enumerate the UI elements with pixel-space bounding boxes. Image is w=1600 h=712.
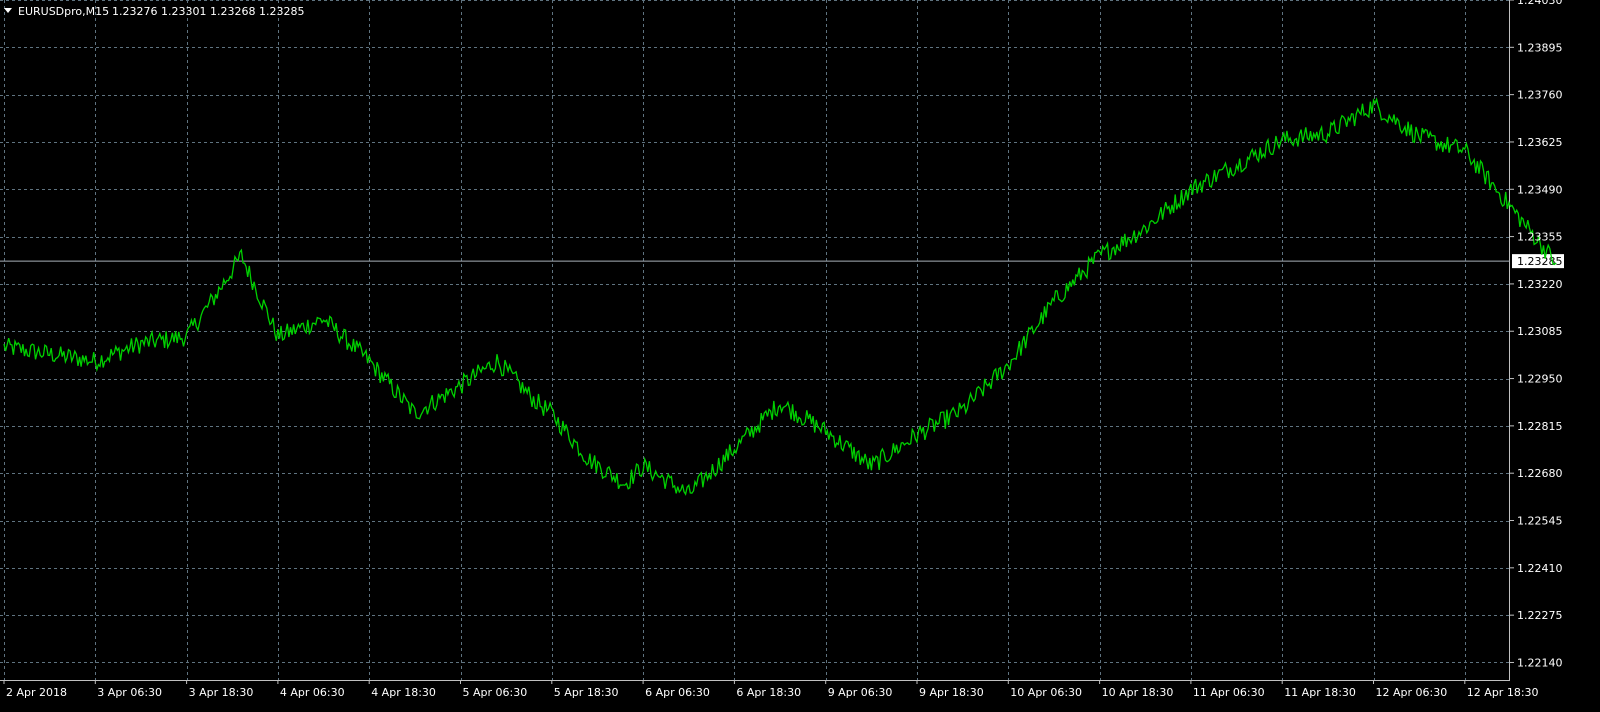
price-tick-label: 1.23625 — [1517, 136, 1563, 149]
time-tick-label: 3 Apr 18:30 — [189, 686, 254, 699]
chart-canvas[interactable]: 1.23285 1.24030 1.23895 1.23760 1.23625 1.23… — [0, 0, 1600, 712]
time-tick-label: 5 Apr 06:30 — [463, 686, 528, 699]
current-price-label: 1.23285 — [1517, 255, 1563, 268]
time-tick-label: 9 Apr 06:30 — [828, 686, 893, 699]
time-tick-label: 10 Apr 06:30 — [1010, 686, 1082, 699]
time-tick-label: 6 Apr 18:30 — [736, 686, 801, 699]
price-tick-label: 1.22680 — [1517, 467, 1563, 480]
time-tick-label: 2 Apr 2018 — [6, 686, 67, 699]
price-tick-label: 1.22545 — [1517, 515, 1563, 528]
price-tick-label: 1.23220 — [1517, 278, 1563, 291]
price-tick-label: 1.23895 — [1517, 41, 1563, 54]
price-tick-label: 1.24030 — [1517, 0, 1563, 7]
time-tick-label: 10 Apr 18:30 — [1102, 686, 1174, 699]
price-tick-label: 1.22815 — [1517, 420, 1563, 433]
time-tick-label: 5 Apr 18:30 — [554, 686, 619, 699]
time-tick-label: 4 Apr 18:30 — [371, 686, 436, 699]
time-tick-label: 12 Apr 18:30 — [1467, 686, 1539, 699]
price-tick-label: 1.23355 — [1517, 231, 1563, 244]
time-tick-label: 11 Apr 18:30 — [1284, 686, 1356, 699]
time-tick-label: 6 Apr 06:30 — [645, 686, 710, 699]
price-tick-label: 1.23760 — [1517, 89, 1563, 102]
price-chart[interactable]: 1.23285 1.24030 1.23895 1.23760 1.23625 1.23… — [0, 0, 1600, 712]
ohlc-label: 1.23276 1.23301 1.23268 1.23285 — [112, 5, 304, 18]
chart-background — [0, 0, 1600, 712]
price-tick-label: 1.22410 — [1517, 562, 1563, 575]
time-tick-label: 12 Apr 06:30 — [1376, 686, 1448, 699]
symbol-label: EURUSDpro,M15 — [18, 5, 109, 18]
price-tick-labels: 1.24030 1.23895 1.23760 1.23625 1.23490 1.233… — [1510, 0, 1563, 669]
symbol-header[interactable]: EURUSDpro,M15 1.23276 1.23301 1.23268 1.… — [4, 5, 304, 18]
price-tick-label: 1.23085 — [1517, 325, 1563, 338]
time-tick-label: 4 Apr 06:30 — [280, 686, 345, 699]
price-tick-label: 1.23490 — [1517, 183, 1563, 196]
time-tick-label: 11 Apr 06:30 — [1193, 686, 1265, 699]
time-tick-label: 9 Apr 18:30 — [919, 686, 984, 699]
price-tick-label: 1.22140 — [1517, 656, 1563, 669]
price-tick-label: 1.22950 — [1517, 373, 1563, 386]
time-tick-label: 3 Apr 06:30 — [97, 686, 162, 699]
price-tick-label: 1.22275 — [1517, 609, 1563, 622]
